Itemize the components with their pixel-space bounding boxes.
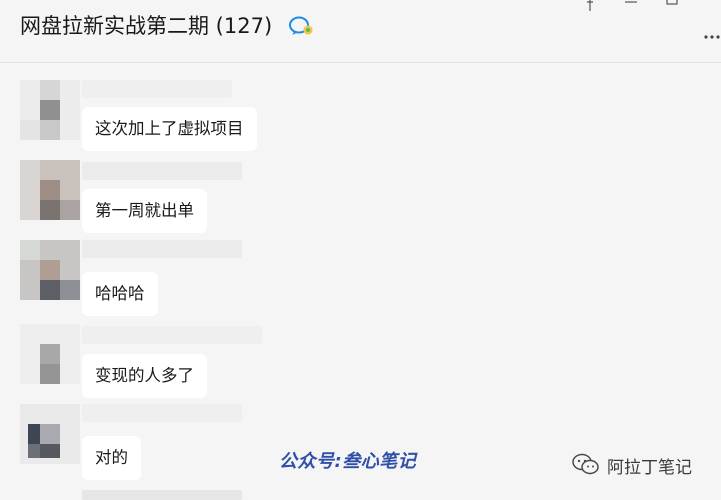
more-icon[interactable]	[700, 24, 721, 44]
avatar[interactable]	[20, 80, 80, 140]
chat-bubble-icon[interactable]	[288, 14, 314, 38]
chat-title: 网盘拉新实战第二期 (127)	[20, 14, 273, 38]
message-bubble[interactable]: 哈哈哈	[82, 272, 158, 316]
sender-name-blurred	[82, 80, 232, 98]
title-bar: 网盘拉新实战第二期 (127)	[0, 0, 721, 62]
wechat-icon	[572, 453, 599, 475]
sender-name-blurred	[82, 162, 242, 180]
pin-icon[interactable]	[580, 0, 600, 12]
sender-name-blurred	[82, 404, 242, 422]
sender-name-blurred	[82, 490, 242, 500]
message-bubble[interactable]: 变现的人多了	[82, 354, 207, 398]
message-bubble[interactable]: 对的	[82, 436, 141, 480]
minimize-icon[interactable]	[621, 0, 641, 12]
sender-name-blurred	[82, 240, 242, 258]
title-divider	[0, 62, 721, 63]
watermark-right-text: 阿拉丁笔记	[607, 458, 692, 478]
avatar[interactable]	[20, 160, 80, 220]
avatar[interactable]	[20, 404, 80, 464]
avatar[interactable]	[20, 324, 80, 384]
maximize-icon[interactable]	[662, 0, 682, 12]
watermark-center: 公众号:叁心笔记	[279, 451, 417, 472]
message-bubble[interactable]: 第一周就出单	[82, 189, 207, 233]
avatar[interactable]	[20, 240, 80, 300]
sender-name-blurred	[82, 326, 262, 344]
message-bubble[interactable]: 这次加上了虚拟项目	[82, 107, 257, 151]
